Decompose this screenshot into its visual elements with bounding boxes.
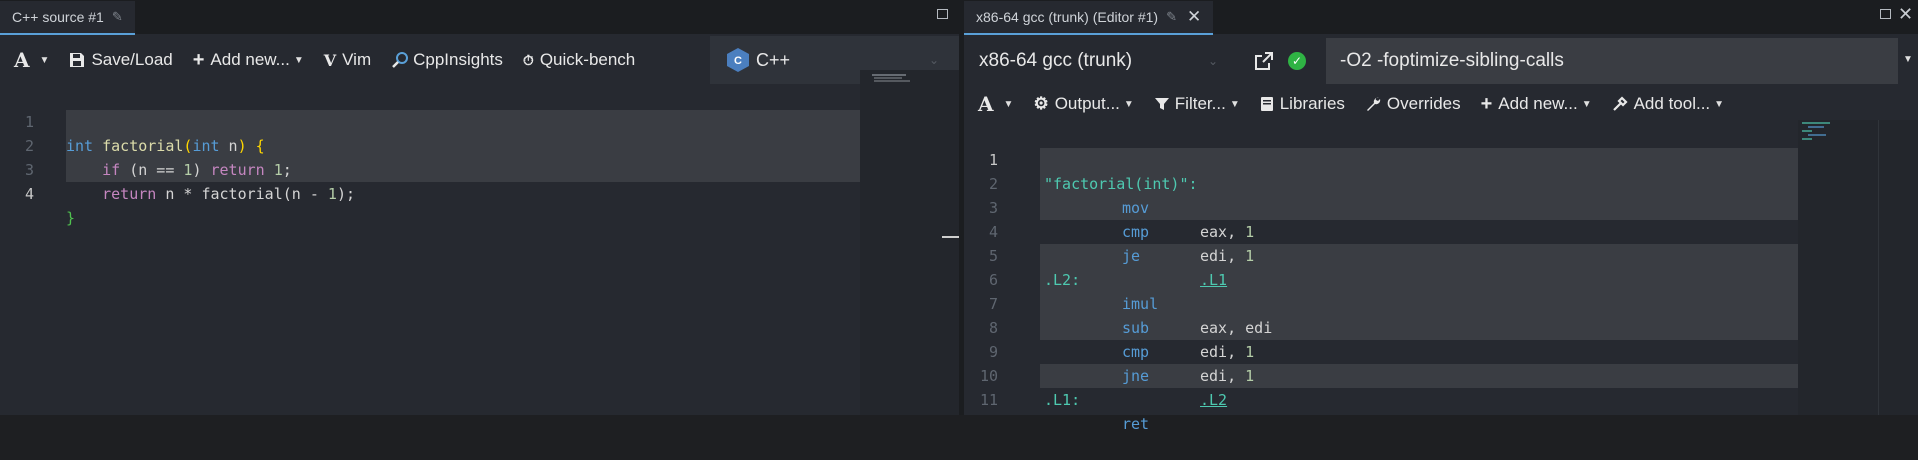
cppinsights-label: CppInsights [413,50,503,69]
minimap[interactable] [1798,120,1918,415]
compiler-output-pane: x86-64 gcc (trunk) (Editor #1) ✎ ✕ ✕ x86… [964,0,1918,433]
line-number: 11 [979,391,998,409]
compiler-tab-bar: x86-64 gcc (trunk) (Editor #1) ✎ ✕ ✕ [964,0,1918,35]
chevron-down-icon: ▼ [39,54,50,66]
libraries-button[interactable]: Libraries [1260,94,1345,114]
close-pane-icon[interactable]: ✕ [1898,5,1913,23]
vim-icon: V [323,50,337,70]
compiler-selector[interactable]: x86-64 gcc (trunk) ⌄ [964,38,1234,84]
tab-title: C++ source #1 [12,9,104,25]
add-tool-label: Add tool... [1633,94,1711,113]
add-new-label: Add new... [210,50,290,69]
cpp-logo-icon: C [727,48,749,72]
quickbench-button[interactable]: ⏱ Quick-bench [523,50,635,70]
tool-icon [1612,96,1628,111]
tab-compiler[interactable]: x86-64 gcc (trunk) (Editor #1) ✎ ✕ [964,0,1214,35]
output-button[interactable]: ⚙ Output... ▼ [1033,94,1133,114]
asm-line: 2 mov eax, 1 [964,148,1918,241]
asm-line: 1 "factorial(int)": [964,124,1918,193]
pencil-icon[interactable]: ✎ [1166,9,1177,25]
magnifier-icon [392,52,409,68]
cppinsights-button[interactable]: CppInsights [391,50,503,70]
asm-line: 6 imul eax, edi [964,244,1918,337]
book-icon [1260,97,1273,111]
filter-label: Filter... [1174,94,1226,113]
maximize-icon[interactable] [937,9,948,19]
add-tool-button[interactable]: Add tool... ▼ [1612,94,1724,114]
tab-source-editor[interactable]: C++ source #1 ✎ [0,0,135,35]
quickbench-label: Quick-bench [539,50,636,69]
overrides-label: Overrides [1386,94,1461,113]
svg-text:C: C [734,55,742,67]
asm-line: 5 .L2: [964,220,1918,289]
compiler-row: x86-64 gcc (trunk) ⌄ ✓ -O2 -foptimize-si… [964,38,1918,84]
vim-label: Vim [342,50,372,69]
chevron-down-icon: ▼ [1229,98,1240,110]
language-label: C++ [756,49,791,70]
source-tab-bar: C++ source #1 ✎ [0,0,959,35]
floppy-disk-icon [70,53,85,67]
chevron-down-icon: ▼ [1003,98,1014,110]
add-new-button[interactable]: + Add new... ▼ [1481,93,1592,116]
asm-line: 9 jne .L2 [964,316,1918,409]
asm-line: 8 cmp edi, 1 [964,292,1918,385]
asm-line: 11 ret [964,364,1918,433]
compiler-options-input[interactable]: -O2 -foptimize-sibling-calls [1326,38,1898,84]
wrench-icon [1366,97,1381,111]
asm-line: 3 cmp edi, 1 [964,172,1918,265]
external-link-icon[interactable] [1254,51,1274,71]
save-load-label: Save/Load [91,50,173,69]
options-dropdown-icon[interactable]: ▼ [1903,54,1913,65]
asm-line: 4 je .L1 [964,196,1918,289]
line-number: 4 [24,185,34,203]
gear-icon: ⚙ [1033,94,1049,113]
maximize-icon[interactable] [1880,9,1891,19]
tab-title: x86-64 gcc (trunk) (Editor #1) [976,9,1159,25]
chevron-down-icon: ⌄ [928,53,939,67]
font-icon: A [14,48,30,72]
code-line: 2 if (n == 1) return 1; [0,110,959,179]
add-new-label: Add new... [1498,94,1578,113]
filter-button[interactable]: Filter... ▼ [1154,94,1240,114]
compiler-options-value: -O2 -foptimize-sibling-calls [1340,50,1564,71]
asm-line: 7 sub edi, 1 [964,268,1918,361]
stopwatch-icon: ⏱ [522,51,534,68]
label-link[interactable]: .L2 [1200,388,1227,412]
vim-button[interactable]: V Vim [324,50,371,70]
source-code-editor[interactable]: 1 int factorial(int n) { 2 if (n == 1) r… [0,70,959,415]
font-icon: A [978,92,994,116]
code-line: 4 } [0,158,959,227]
add-new-button[interactable]: + Add new... ▼ [193,49,304,72]
libraries-label: Libraries [1279,94,1345,113]
font-size-button[interactable]: A ▼ [978,92,1013,116]
font-size-button[interactable]: A ▼ [14,48,49,72]
minimap[interactable] [860,70,959,415]
compiler-name: x86-64 gcc (trunk) [979,50,1133,71]
close-icon[interactable]: ✕ [1187,7,1201,27]
chevron-down-icon: ▼ [1714,98,1725,110]
code-line: 1 int factorial(int n) { [0,86,959,155]
filter-icon [1154,98,1169,110]
overrides-button[interactable]: Overrides [1365,94,1461,114]
chevron-down-icon: ▼ [293,54,304,66]
plus-icon: + [1480,92,1493,115]
pencil-icon[interactable]: ✎ [112,9,123,25]
code-line: 3 return n * factorial(n - 1); [0,134,959,203]
plus-icon: + [192,48,205,71]
chevron-down-icon: ⌄ [1207,54,1218,68]
chevron-down-icon: ▼ [1123,98,1134,110]
compiler-toolbar: A ▼ ⚙ Output... ▼ Filter... ▼ Libraries … [964,88,1918,120]
assembly-output[interactable]: 1 "factorial(int)": 2 mov eax, 1 3 cmp e… [964,120,1918,433]
save-load-button[interactable]: Save/Load [69,50,173,70]
output-label: Output... [1054,94,1120,113]
source-editor-pane: C++ source #1 ✎ A ▼ Save/Load + Add new.… [0,0,959,415]
source-toolbar: A ▼ Save/Load + Add new... ▼ V Vim CppIn… [0,36,959,84]
asm-line: 10 .L1: [964,340,1918,409]
success-status-icon[interactable]: ✓ [1288,52,1306,70]
chevron-down-icon: ▼ [1581,98,1592,110]
